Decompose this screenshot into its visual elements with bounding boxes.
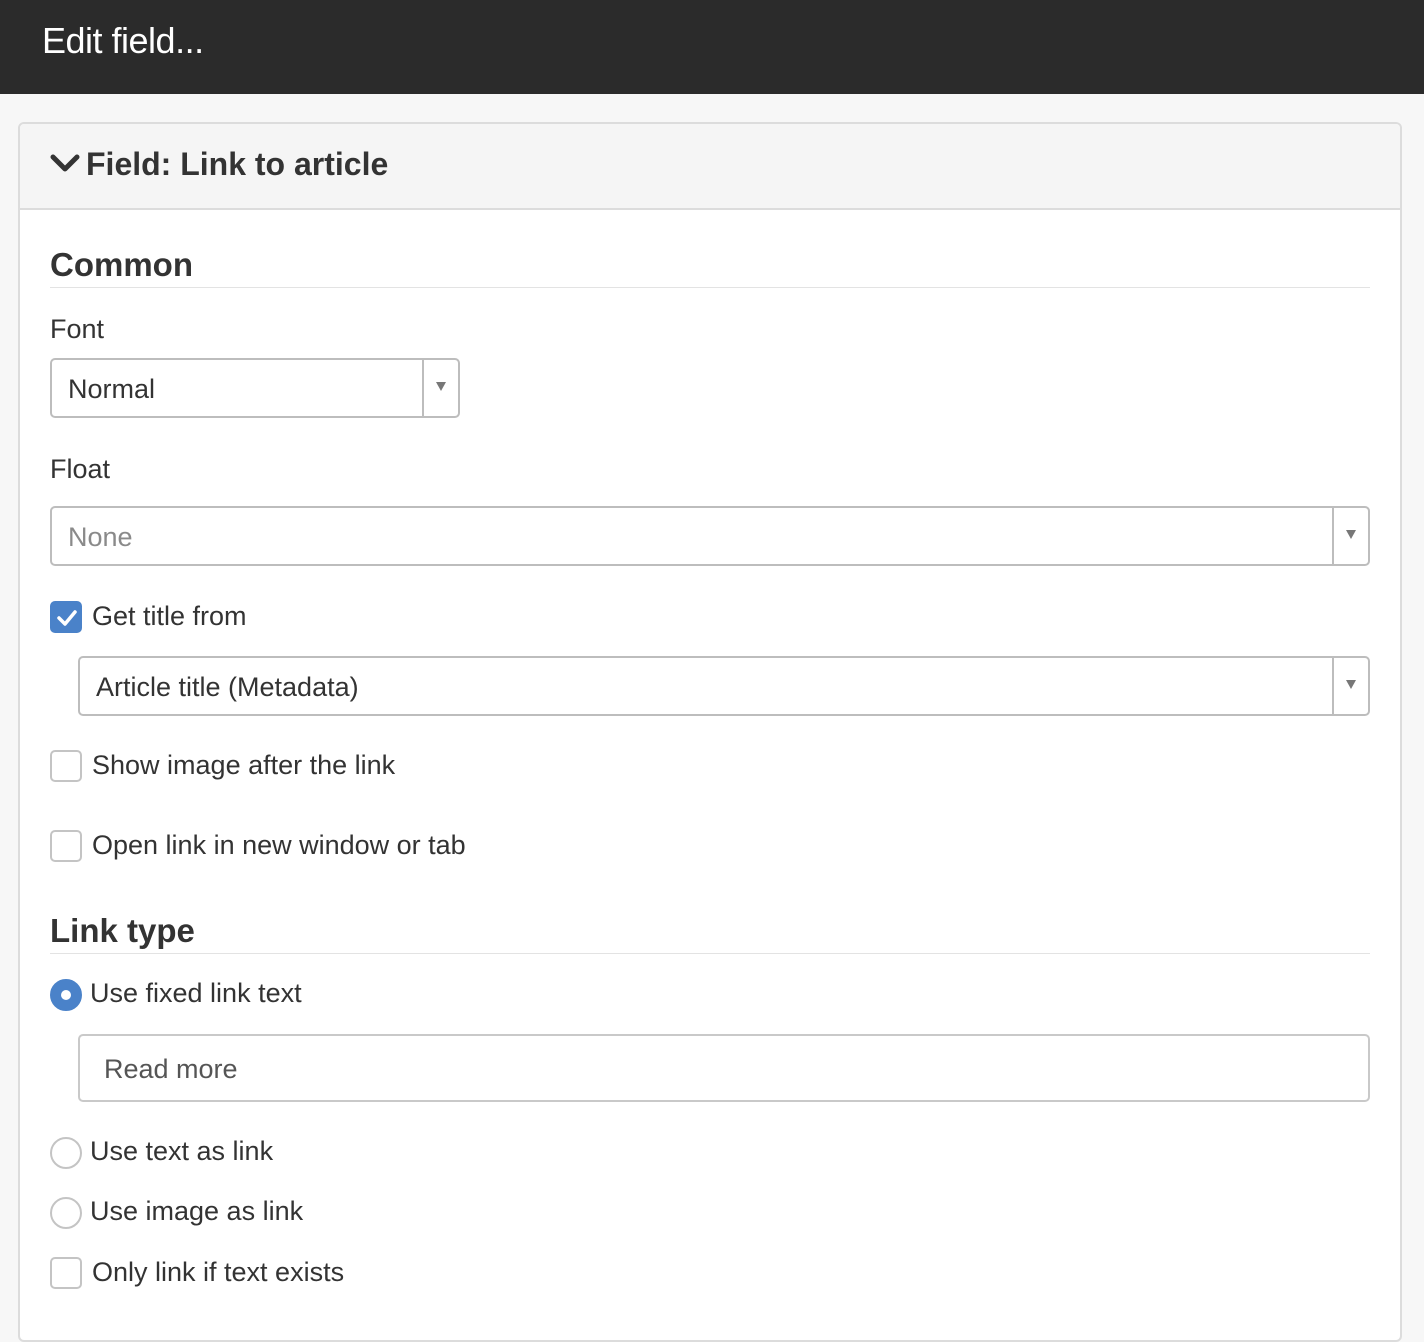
section-heading-link-type: Link type	[50, 912, 195, 949]
fixed-text-radio[interactable]	[50, 979, 82, 1011]
float-select-value: None	[68, 522, 133, 552]
text-as-link-label: Use text as link	[90, 1136, 274, 1166]
get-title-checkbox-row[interactable]: Get title from	[50, 601, 450, 635]
title-bar: Edit field...	[0, 0, 1424, 94]
font-select-value: Normal	[68, 374, 156, 404]
only-if-text-checkbox[interactable]	[50, 1257, 82, 1289]
panel-header[interactable]: Field: Link to article	[20, 124, 1400, 210]
text-as-link-radio[interactable]	[50, 1137, 82, 1169]
section-divider	[50, 953, 1370, 954]
section-divider	[50, 287, 1370, 288]
image-as-link-label: Use image as link	[90, 1196, 304, 1226]
caret-down-icon	[1346, 680, 1356, 689]
show-image-checkbox-row[interactable]: Show image after the link	[50, 750, 550, 784]
get-title-label: Get title from	[92, 601, 247, 631]
font-label: Font	[50, 314, 105, 344]
title-source-value: Article title (Metadata)	[96, 672, 359, 702]
new-window-checkbox[interactable]	[50, 830, 82, 862]
show-image-label: Show image after the link	[92, 750, 396, 780]
get-title-checkbox[interactable]	[50, 601, 82, 633]
chevron-down-icon[interactable]	[50, 152, 80, 176]
caret-down-icon	[1346, 530, 1356, 539]
show-image-checkbox[interactable]	[50, 750, 82, 782]
float-label: Float	[50, 454, 111, 484]
checkmark-icon	[57, 610, 77, 626]
font-select-toggle[interactable]	[422, 360, 458, 416]
new-window-label: Open link in new window or tab	[92, 830, 466, 860]
title-source-select[interactable]: Article title (Metadata)	[78, 656, 1370, 716]
fixed-text-radio-row[interactable]: Use fixed link text	[50, 978, 450, 1012]
window-title: Edit field...	[42, 20, 204, 61]
only-if-text-label: Only link if text exists	[92, 1257, 345, 1287]
section-heading-common: Common	[50, 246, 193, 283]
only-if-text-checkbox-row[interactable]: Only link if text exists	[50, 1257, 450, 1291]
image-as-link-radio-row[interactable]: Use image as link	[50, 1196, 450, 1230]
float-select[interactable]: None	[50, 506, 1370, 566]
title-source-toggle[interactable]	[1332, 658, 1368, 714]
link-text-input[interactable]: Read more	[78, 1034, 1370, 1102]
font-select[interactable]: Normal	[50, 358, 460, 418]
panel-title: Field: Link to article	[86, 146, 389, 182]
new-window-checkbox-row[interactable]: Open link in new window or tab	[50, 830, 650, 864]
fixed-text-label: Use fixed link text	[90, 978, 302, 1008]
image-as-link-radio[interactable]	[50, 1197, 82, 1229]
caret-down-icon	[436, 382, 446, 391]
float-select-toggle[interactable]	[1332, 508, 1368, 564]
text-as-link-radio-row[interactable]: Use text as link	[50, 1136, 450, 1170]
link-text-value: Read more	[104, 1054, 238, 1084]
field-panel: Field: Link to article Common Font Norma…	[18, 122, 1402, 1342]
